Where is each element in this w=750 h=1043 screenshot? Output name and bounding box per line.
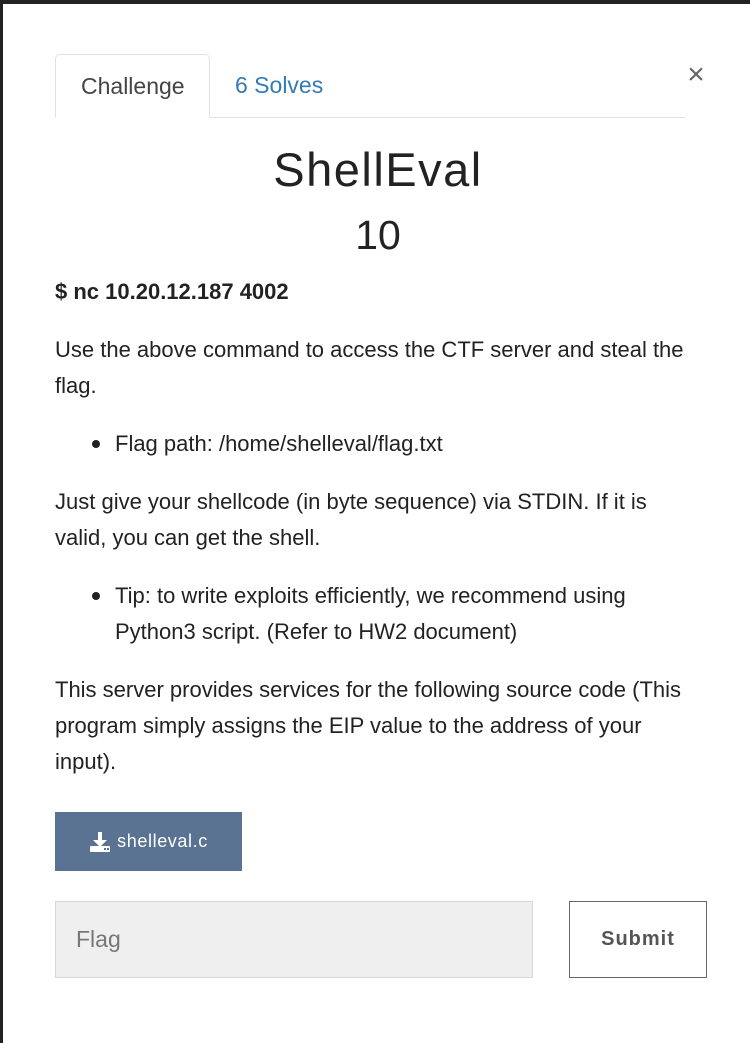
challenge-modal: Challenge 6 Solves × ShellEval 10 $ nc 1… [0,0,750,1043]
close-icon[interactable]: × [683,60,709,90]
flag-path-text: Flag path: /home/shelleval/flag.txt [115,431,443,456]
tab-solves[interactable]: 6 Solves [210,54,348,116]
challenge-title: ShellEval [273,143,483,196]
download-icon [90,831,111,852]
challenge-description: $ nc 10.20.12.187 4002 Use the above com… [55,274,695,802]
challenge-points: 10 [355,212,401,258]
description-shellcode: Just give your shellcode (in byte sequen… [55,489,647,550]
description-intro: Use the above command to access the CTF … [55,337,684,398]
submit-button[interactable]: Submit [569,901,707,978]
bullet-icon [92,440,100,448]
description-source: This server provides services for the fo… [55,677,682,774]
flag-input[interactable] [55,901,533,978]
bullet-icon [92,592,100,600]
modal-tabs: Challenge 6 Solves [55,54,685,118]
tip-text: Tip: to write exploits efficiently, we r… [115,583,626,644]
connect-command: $ nc 10.20.12.187 4002 [55,279,289,304]
list-item: Flag path: /home/shelleval/flag.txt [55,426,695,462]
list-item: Tip: to write exploits efficiently, we r… [55,578,695,650]
tab-challenge[interactable]: Challenge [55,54,210,118]
download-file-button[interactable]: shelleval.c [55,812,242,871]
download-file-label: shelleval.c [117,831,208,851]
